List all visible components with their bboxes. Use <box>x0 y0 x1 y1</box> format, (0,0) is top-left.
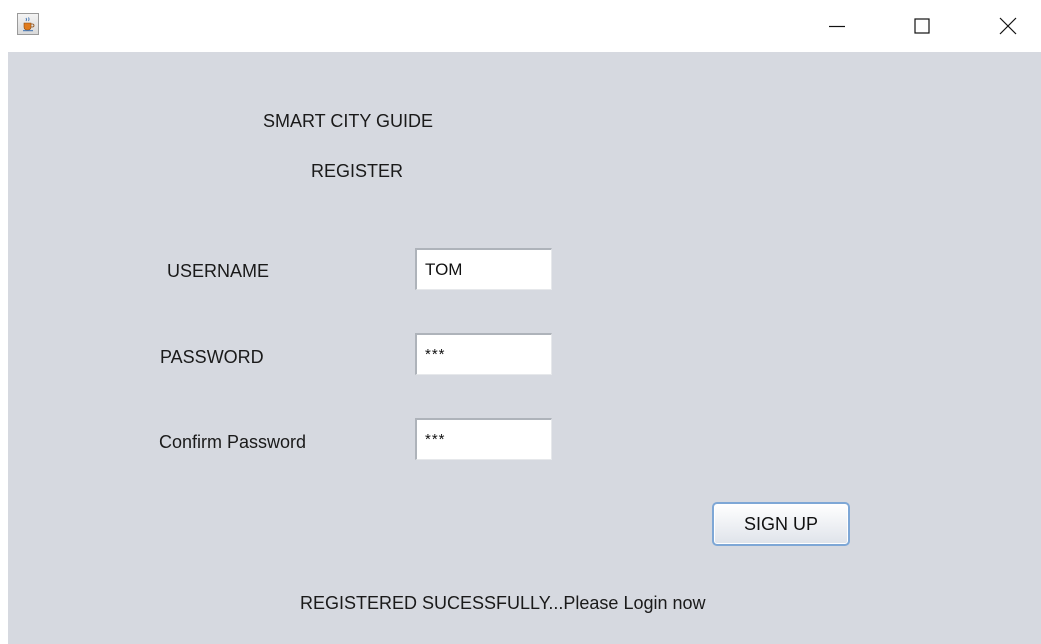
page-heading: REGISTER <box>311 161 404 181</box>
password-input[interactable] <box>415 333 552 375</box>
username-label: USERNAME <box>167 261 270 281</box>
username-input[interactable] <box>415 248 552 290</box>
application-window: SMART CITY GUIDE REGISTER USERNAME PASSW… <box>0 0 1041 644</box>
status-message: REGISTERED SUCESSFULLY...Please Login no… <box>300 593 706 613</box>
close-button[interactable] <box>985 0 1031 52</box>
password-label: PASSWORD <box>160 347 264 367</box>
confirm-password-input[interactable] <box>415 418 552 460</box>
java-cup-icon[interactable] <box>17 13 39 35</box>
minimize-icon <box>829 25 845 28</box>
register-panel: SMART CITY GUIDE REGISTER USERNAME PASSW… <box>8 52 1041 644</box>
title-bar[interactable] <box>0 0 1041 52</box>
app-title: SMART CITY GUIDE <box>263 111 434 131</box>
confirm-password-label: Confirm Password <box>159 432 307 452</box>
minimize-button[interactable] <box>814 0 860 52</box>
close-icon <box>999 17 1017 35</box>
maximize-button[interactable] <box>899 0 945 52</box>
sign-up-button[interactable]: SIGN UP <box>712 502 850 546</box>
maximize-icon <box>914 18 930 34</box>
